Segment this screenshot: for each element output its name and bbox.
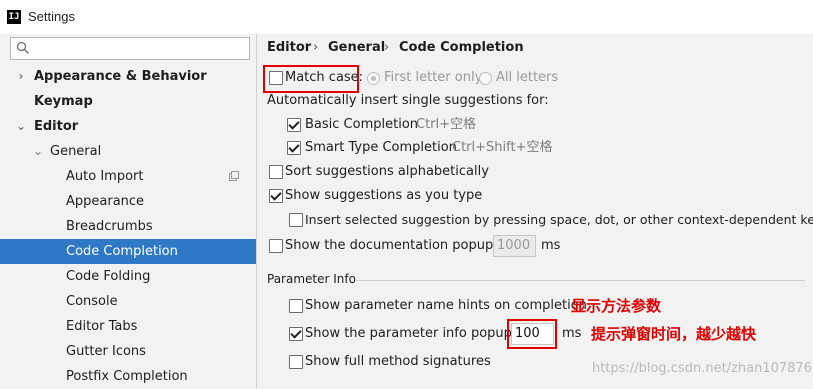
doc-popup-checkbox[interactable]	[269, 239, 283, 253]
breadcrumb-editor[interactable]: Editor	[267, 40, 311, 55]
insert-selected-label: Insert selected suggestion by pressing s…	[305, 212, 813, 227]
auto-insert-header: Automatically insert single suggestions …	[267, 93, 549, 108]
sidebar-item-gutter-icons[interactable]: Gutter Icons	[0, 339, 256, 364]
sidebar-item-label: Code Completion	[66, 244, 178, 259]
chevron-down-icon[interactable]: ⌄	[32, 139, 44, 164]
sidebar-item-label: Postfix Completion	[66, 369, 188, 384]
sort-alphabetically-label: Sort suggestions alphabetically	[285, 164, 489, 179]
settings-sidebar: › Appearance & Behavior Keymap ⌄ Editor …	[0, 34, 257, 388]
sidebar-item-code-folding[interactable]: Code Folding	[0, 264, 256, 289]
sidebar-item-label: Console	[66, 294, 118, 309]
sidebar-item-appearance[interactable]: Appearance	[0, 189, 256, 214]
info-popup-label: Show the parameter info popup in	[305, 326, 528, 341]
sidebar-item-console[interactable]: Console	[0, 289, 256, 314]
sidebar-item-label: Keymap	[34, 94, 93, 109]
basic-completion-checkbox[interactable]	[287, 118, 301, 132]
all-letters-label: All letters	[496, 70, 559, 85]
sort-alphabetically-checkbox[interactable]	[269, 165, 283, 179]
parameter-info-section-label: Parameter Info	[267, 272, 356, 286]
breadcrumb-separator: ›	[313, 40, 319, 55]
doc-popup-label: Show the documentation popup in	[285, 238, 510, 253]
settings-search-input[interactable]	[10, 37, 250, 60]
sidebar-item-label: Auto Import	[66, 169, 144, 184]
chevron-down-icon[interactable]: ⌄	[15, 114, 27, 139]
sidebar-item-postfix-completion[interactable]: Postfix Completion	[0, 364, 256, 389]
full-signatures-label: Show full method signatures	[305, 354, 491, 369]
watermark: https://blog.csdn.net/zhan107876	[592, 361, 812, 376]
basic-completion-label: Basic Completion	[305, 117, 419, 132]
first-letter-only-radio[interactable]	[367, 72, 380, 85]
highlight-box-popup-delay	[507, 319, 557, 349]
sidebar-item-appearance-behavior[interactable]: › Appearance & Behavior	[0, 64, 256, 89]
window-title: Settings	[28, 9, 75, 24]
info-popup-checkbox[interactable]	[289, 327, 303, 341]
smart-type-completion-label: Smart Type Completion	[305, 140, 457, 155]
sidebar-item-label: Editor	[34, 119, 79, 134]
annotation-popup-delay: 提示弹窗时间，越少越快	[591, 325, 757, 343]
project-scope-icon	[229, 171, 239, 181]
annotation-name-hints: 显示方法参数	[571, 297, 662, 315]
sidebar-item-editor-tabs[interactable]: Editor Tabs	[0, 314, 256, 339]
sidebar-item-breadcrumbs[interactable]: Breadcrumbs	[0, 214, 256, 239]
basic-completion-shortcut: Ctrl+空格	[416, 117, 477, 132]
sidebar-item-label: Gutter Icons	[66, 344, 146, 359]
intellij-app-icon: IJ	[7, 10, 21, 24]
settings-content-panel: Editor › General › Code Completion Match…	[257, 34, 813, 388]
sidebar-item-code-completion[interactable]: Code Completion	[0, 239, 256, 264]
show-as-you-type-label: Show suggestions as you type	[285, 188, 483, 203]
all-letters-radio[interactable]	[479, 72, 492, 85]
sidebar-item-general[interactable]: ⌄ General	[0, 139, 256, 164]
doc-popup-unit: ms	[541, 238, 561, 253]
breadcrumb-code-completion: Code Completion	[399, 40, 524, 55]
show-as-you-type-checkbox[interactable]	[269, 189, 283, 203]
doc-popup-delay-field[interactable]: 1000	[493, 235, 536, 257]
breadcrumb-separator: ›	[384, 40, 390, 55]
insert-selected-checkbox[interactable]	[289, 213, 303, 227]
smart-type-completion-shortcut: Ctrl+Shift+空格	[452, 140, 553, 155]
search-icon	[16, 41, 29, 54]
sidebar-item-label: Appearance & Behavior	[34, 69, 207, 84]
sidebar-item-label: Breadcrumbs	[66, 219, 153, 234]
sidebar-item-label: Code Folding	[66, 269, 151, 284]
title-bar: IJ Settings	[0, 0, 813, 35]
sidebar-item-editor[interactable]: ⌄ Editor	[0, 114, 256, 139]
highlight-box-match-case	[263, 65, 359, 93]
section-divider	[355, 280, 805, 281]
name-hints-label: Show parameter name hints on completion	[305, 298, 587, 313]
sidebar-item-label: General	[50, 144, 102, 159]
info-popup-unit: ms	[562, 326, 582, 341]
first-letter-only-label: First letter only	[384, 70, 483, 85]
chevron-right-icon[interactable]: ›	[15, 64, 27, 89]
breadcrumb-general[interactable]: General	[328, 40, 385, 55]
sidebar-item-label: Editor Tabs	[66, 319, 138, 334]
full-signatures-checkbox[interactable]	[289, 355, 303, 369]
smart-type-completion-checkbox[interactable]	[287, 141, 301, 155]
sidebar-item-auto-import[interactable]: Auto Import	[0, 164, 256, 189]
sidebar-item-label: Appearance	[66, 194, 145, 209]
name-hints-checkbox[interactable]	[289, 299, 303, 313]
sidebar-item-keymap[interactable]: Keymap	[0, 89, 256, 114]
